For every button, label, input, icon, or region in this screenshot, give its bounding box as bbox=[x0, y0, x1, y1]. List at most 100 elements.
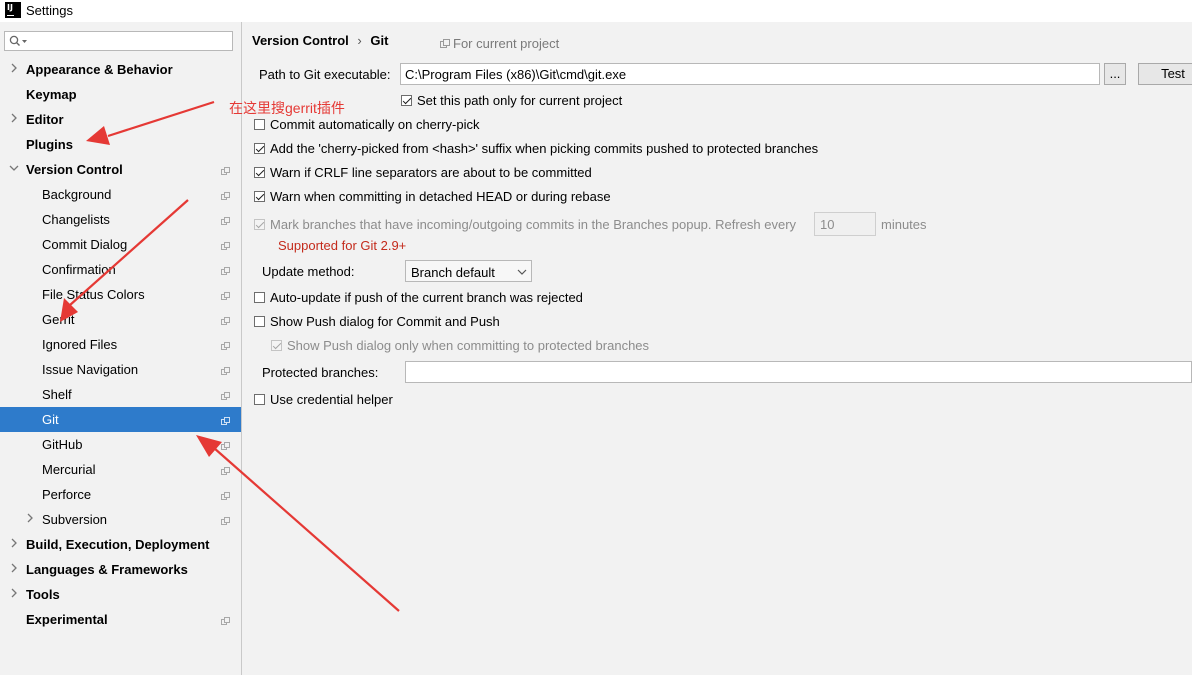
refresh-interval-field[interactable]: 10 bbox=[814, 212, 876, 236]
sidebar-item-label: Background bbox=[42, 187, 112, 202]
breadcrumb-parent[interactable]: Version Control bbox=[252, 33, 349, 48]
chevron-down-icon bbox=[517, 269, 527, 275]
intellij-logo-icon: IJ bbox=[5, 2, 21, 18]
project-scope-icon bbox=[221, 489, 230, 500]
show-push-protected-label: Show Push dialog only when committing to… bbox=[287, 338, 650, 353]
sidebar-item-label: Keymap bbox=[26, 87, 77, 102]
protected-branches-label: Protected branches: bbox=[262, 365, 379, 380]
project-scope-icon bbox=[221, 514, 230, 525]
sidebar-item-editor[interactable]: Editor bbox=[0, 107, 241, 132]
annotation-text: 在这里搜gerrit插件 bbox=[229, 100, 345, 116]
chevron-right-icon[interactable] bbox=[9, 536, 19, 550]
chevron-right-icon[interactable] bbox=[9, 111, 19, 125]
sidebar-item-label: Subversion bbox=[42, 512, 108, 527]
sidebar-item-label: Tools bbox=[26, 587, 60, 602]
project-scope-icon bbox=[221, 164, 230, 175]
sidebar-item-keymap[interactable]: Keymap bbox=[0, 82, 241, 107]
sidebar-item-appearance-behavior[interactable]: Appearance & Behavior bbox=[0, 57, 241, 82]
sidebar-item-background[interactable]: Background bbox=[0, 182, 241, 207]
sidebar-item-commit-dialog[interactable]: Commit Dialog bbox=[0, 232, 241, 257]
show-push-protected-checkbox[interactable] bbox=[271, 340, 282, 351]
set-path-only-label: Set this path only for current project bbox=[417, 93, 623, 108]
chevron-right-icon[interactable] bbox=[9, 561, 19, 575]
chevron-right-icon[interactable] bbox=[9, 586, 19, 600]
sidebar-item-shelf[interactable]: Shelf bbox=[0, 382, 241, 407]
sidebar-item-issue-navigation[interactable]: Issue Navigation bbox=[0, 357, 241, 382]
sidebar-item-label: Perforce bbox=[42, 487, 92, 502]
auto-update-label: Auto-update if push of the current branc… bbox=[270, 290, 583, 305]
chevron-right-icon[interactable] bbox=[9, 61, 19, 75]
sidebar-item-version-control[interactable]: Version Control bbox=[0, 157, 241, 182]
sidebar-item-plugins[interactable]: Plugins bbox=[0, 132, 241, 157]
warn-detached-head-checkbox[interactable] bbox=[254, 191, 265, 202]
git-path-field[interactable]: C:\Program Files (x86)\Git\cmd\git.exe bbox=[400, 63, 1100, 85]
sidebar-item-mercurial[interactable]: Mercurial bbox=[0, 457, 241, 482]
sidebar-item-label: Plugins bbox=[26, 137, 73, 152]
update-method-label: Update method: bbox=[262, 264, 355, 279]
sidebar-item-build-execution-deployment[interactable]: Build, Execution, Deployment bbox=[0, 532, 241, 557]
sidebar-item-confirmation[interactable]: Confirmation bbox=[0, 257, 241, 282]
sidebar-item-label: Experimental bbox=[26, 612, 108, 627]
sidebar-item-changelists[interactable]: Changelists bbox=[0, 207, 241, 232]
sidebar-item-experimental[interactable]: Experimental bbox=[0, 607, 241, 632]
sidebar-item-label: Version Control bbox=[26, 162, 123, 177]
chevron-right-icon[interactable] bbox=[25, 511, 35, 525]
credential-helper-checkbox[interactable] bbox=[254, 394, 265, 405]
settings-search-input[interactable] bbox=[4, 31, 233, 51]
sidebar-item-github[interactable]: GitHub bbox=[0, 432, 241, 457]
warn-crlf-label: Warn if CRLF line separators are about t… bbox=[270, 165, 592, 180]
window-title: Settings bbox=[26, 3, 73, 18]
commit-cherry-pick-checkbox[interactable] bbox=[254, 119, 265, 130]
show-push-dialog-label: Show Push dialog for Commit and Push bbox=[270, 314, 500, 329]
browse-button[interactable]: ... bbox=[1104, 63, 1126, 85]
sidebar-item-languages-frameworks[interactable]: Languages & Frameworks bbox=[0, 557, 241, 582]
sidebar-item-ignored-files[interactable]: Ignored Files bbox=[0, 332, 241, 357]
chevron-down-icon[interactable] bbox=[9, 161, 19, 175]
project-scope-icon bbox=[221, 364, 230, 375]
project-scope-icon bbox=[221, 239, 230, 250]
sidebar-item-label: File Status Colors bbox=[42, 287, 145, 302]
project-scope-icon bbox=[221, 464, 230, 475]
title-bar: IJ Settings bbox=[0, 0, 1192, 22]
sidebar-item-perforce[interactable]: Perforce bbox=[0, 482, 241, 507]
breadcrumb-separator: › bbox=[357, 33, 362, 48]
project-scope-icon bbox=[221, 389, 230, 400]
project-scope-icon bbox=[221, 189, 230, 200]
sidebar-item-label: Commit Dialog bbox=[42, 237, 128, 252]
sidebar-item-label: Build, Execution, Deployment bbox=[26, 537, 210, 552]
sidebar-item-label: Gerrit bbox=[42, 312, 75, 327]
project-scope-icon bbox=[440, 39, 450, 48]
test-button[interactable]: Test bbox=[1138, 63, 1192, 85]
project-scope-icon bbox=[221, 289, 230, 300]
refresh-interval-value: 10 bbox=[820, 217, 835, 232]
sidebar-item-label: Git bbox=[42, 412, 59, 427]
protected-branches-field[interactable] bbox=[405, 361, 1192, 383]
show-push-dialog-checkbox[interactable] bbox=[254, 316, 265, 327]
warn-crlf-checkbox[interactable] bbox=[254, 167, 265, 178]
warn-detached-head-label: Warn when committing in detached HEAD or… bbox=[270, 189, 611, 204]
sidebar-item-subversion[interactable]: Subversion bbox=[0, 507, 241, 532]
scope-indicator: For current project bbox=[440, 36, 559, 51]
auto-update-checkbox[interactable] bbox=[254, 292, 265, 303]
cherry-picked-suffix-label: Add the 'cherry-picked from <hash>' suff… bbox=[270, 141, 819, 156]
sidebar-item-tools[interactable]: Tools bbox=[0, 582, 241, 607]
supported-git-note: Supported for Git 2.9+ bbox=[278, 238, 407, 253]
project-scope-icon bbox=[221, 314, 230, 325]
git-settings-panel: Version Control › Git For current projec… bbox=[242, 22, 1192, 675]
sidebar-item-label: Shelf bbox=[42, 387, 72, 402]
sidebar-item-label: Issue Navigation bbox=[42, 362, 139, 377]
sidebar-item-git[interactable]: Git bbox=[0, 407, 241, 432]
sidebar-item-label: Editor bbox=[26, 112, 64, 127]
update-method-dropdown[interactable]: Branch default bbox=[405, 260, 532, 282]
mark-branches-label: Mark branches that have incoming/outgoin… bbox=[270, 217, 797, 232]
project-scope-icon bbox=[221, 439, 230, 450]
credential-helper-label: Use credential helper bbox=[270, 392, 393, 407]
scope-label: For current project bbox=[453, 36, 560, 51]
set-path-only-checkbox[interactable] bbox=[401, 95, 412, 106]
sidebar-item-gerrit[interactable]: Gerrit bbox=[0, 307, 241, 332]
settings-sidebar: Appearance & Behavior Keymap Editor Plugins… bbox=[0, 22, 242, 675]
mark-branches-checkbox[interactable] bbox=[254, 219, 265, 230]
cherry-picked-suffix-checkbox[interactable] bbox=[254, 143, 265, 154]
sidebar-item-file-status-colors[interactable]: File Status Colors bbox=[0, 282, 241, 307]
search-icon bbox=[9, 35, 27, 46]
